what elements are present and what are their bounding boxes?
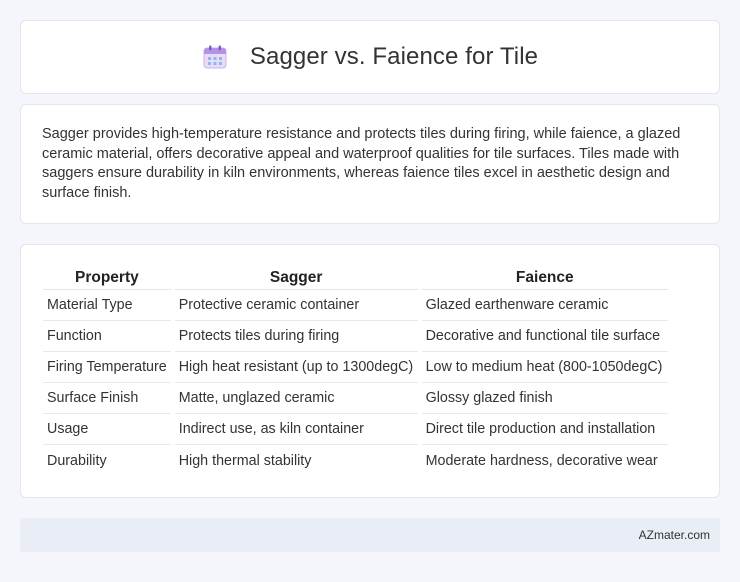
cell-faience: Decorative and functional tile surface <box>421 321 668 352</box>
cell-sagger: Indirect use, as kiln container <box>174 414 418 445</box>
header-faience: Faience <box>421 265 668 290</box>
cell-sagger: High heat resistant (up to 1300degC) <box>174 352 418 383</box>
table-row: Durability High thermal stability Modera… <box>43 445 668 476</box>
comparison-table: Property Sagger Faience Material Type Pr… <box>39 265 672 476</box>
cell-faience: Low to medium heat (800-1050degC) <box>421 352 668 383</box>
header-sagger: Sagger <box>174 265 418 290</box>
table-header-row: Property Sagger Faience <box>43 265 668 290</box>
cell-faience: Direct tile production and installation <box>421 414 668 445</box>
table-row: Material Type Protective ceramic contain… <box>43 290 668 321</box>
table-row: Firing Temperature High heat resistant (… <box>43 352 668 383</box>
summary-text: Sagger provides high-temperature resista… <box>42 126 681 201</box>
cell-faience: Glazed earthenware ceramic <box>421 290 668 321</box>
calendar-icon <box>203 45 227 69</box>
title-card: Sagger vs. Faience for Tile <box>20 20 720 94</box>
cell-sagger: Protects tiles during firing <box>174 321 418 352</box>
comparison-table-card: Property Sagger Faience Material Type Pr… <box>20 244 720 498</box>
cell-property: Usage <box>43 414 171 445</box>
summary-card: Sagger provides high-temperature resista… <box>20 104 720 224</box>
cell-sagger: Matte, unglazed ceramic <box>174 383 418 414</box>
cell-property: Firing Temperature <box>43 352 171 383</box>
footer-brand: AZmater.com <box>638 528 710 542</box>
cell-sagger: High thermal stability <box>178 452 312 469</box>
cell-sagger: Protective ceramic container <box>174 290 418 321</box>
table-row: Surface Finish Matte, unglazed ceramic G… <box>43 383 668 414</box>
cell-property: Durability <box>47 452 107 469</box>
cell-faience: Glossy glazed finish <box>421 383 668 414</box>
cell-property: Function <box>43 321 171 352</box>
cell-property: Surface Finish <box>43 383 171 414</box>
cell-faience: Moderate hardness, decorative wear <box>425 452 658 469</box>
title-wrap: Sagger vs. Faience for Tile <box>202 43 538 71</box>
table-row: Usage Indirect use, as kiln container Di… <box>43 414 668 445</box>
page-title: Sagger vs. Faience for Tile <box>249 43 539 70</box>
footer-bar: AZmater.com <box>20 518 720 552</box>
table-row: Function Protects tiles during firing De… <box>43 321 668 352</box>
header-property: Property <box>43 265 171 290</box>
cell-property: Material Type <box>43 290 171 321</box>
